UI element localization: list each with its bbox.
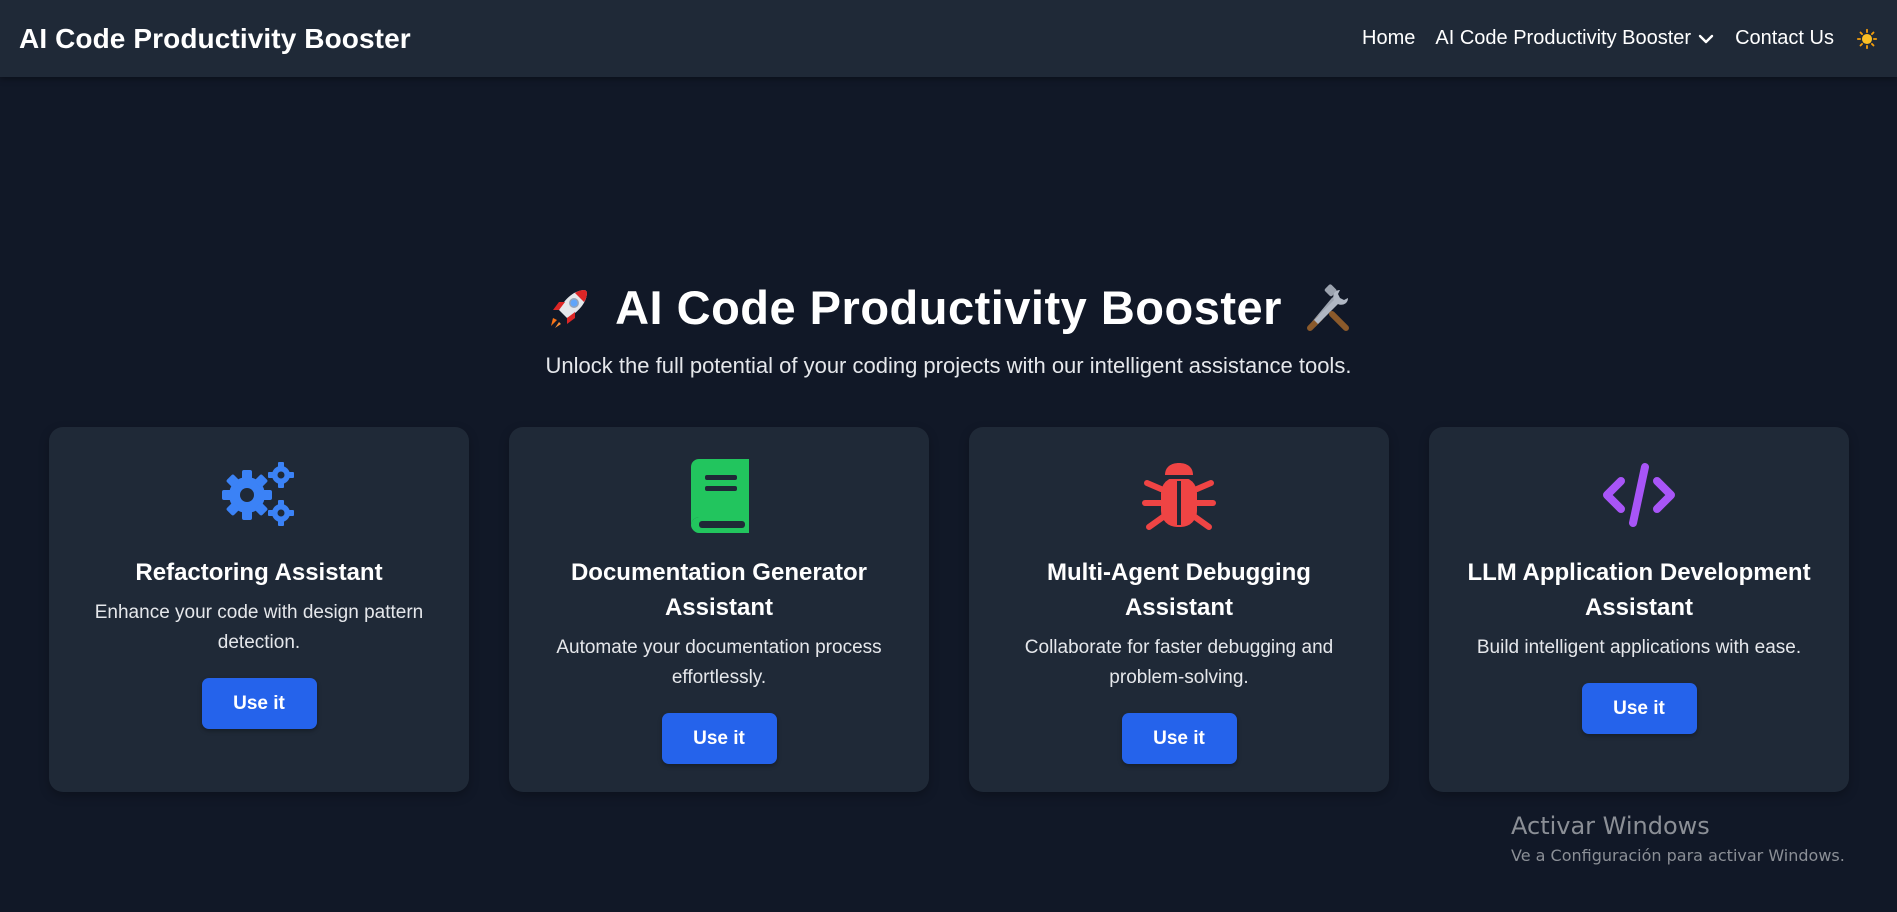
book-icon [691,459,749,533]
card-title: Multi-Agent Debugging Assistant [1047,559,1311,621]
nav-tools-dropdown[interactable]: AI Code Productivity Booster [1435,27,1715,50]
card-title: LLM Application Development Assistant [1467,559,1811,621]
card-llm-app-development: LLM Application Development Assistant Bu… [1429,427,1849,792]
hero-section: AI Code Productivity Booster Unlock the … [0,280,1897,379]
watermark-title: Activar Windows [1511,812,1710,840]
card-description: Build intelligent applications with ease… [1476,637,1802,658]
card-title: Refactoring Assistant [135,559,383,586]
code-icon [1603,463,1675,527]
card-description: Enhance your code with design pattern de… [94,602,424,653]
use-it-button[interactable]: Use it [1121,713,1237,764]
watermark-subtitle: Ve a Configuración para activar Windows. [1511,846,1845,865]
hero-title-row: AI Code Productivity Booster [0,280,1897,335]
card-documentation-generator: Documentation Generator Assistant Automa… [509,427,929,792]
brand-title[interactable]: AI Code Productivity Booster [19,23,411,55]
tools-icon [1306,283,1349,331]
card-title: Documentation Generator Assistant [570,559,868,621]
tool-cards: Refactoring Assistant Enhance your code … [49,427,1849,792]
hero-subtitle: Unlock the full potential of your coding… [545,353,1352,378]
card-description: Automate your documentation process effo… [556,637,882,688]
rocket-icon [551,289,588,328]
hero-title: AI Code Productivity Booster [615,281,1282,334]
card-description: Collaborate for faster debugging and pro… [1024,637,1334,688]
nav-home-link[interactable]: Home [1362,27,1415,50]
use-it-button[interactable]: Use it [1581,683,1697,734]
card-multi-agent-debugging: Multi-Agent Debugging Assistant Collabor… [969,427,1389,792]
nav-tools-dropdown-label: AI Code Productivity Booster [1435,27,1692,49]
nav-links: Home AI Code Productivity Booster Contac… [1362,27,1878,50]
cogs-icon [222,462,294,526]
chevron-down-icon [1698,34,1714,43]
card-refactoring-assistant: Refactoring Assistant Enhance your code … [49,427,469,792]
windows-activation-watermark: Activar Windows Ve a Configuración para … [1511,812,1845,865]
use-it-button[interactable]: Use it [661,713,777,764]
top-navbar: AI Code Productivity Booster Home AI Cod… [0,0,1897,77]
nav-contact-link[interactable]: Contact Us [1735,27,1834,50]
sun-icon[interactable] [1856,28,1878,50]
use-it-button[interactable]: Use it [201,678,317,729]
bug-icon [1142,463,1216,530]
